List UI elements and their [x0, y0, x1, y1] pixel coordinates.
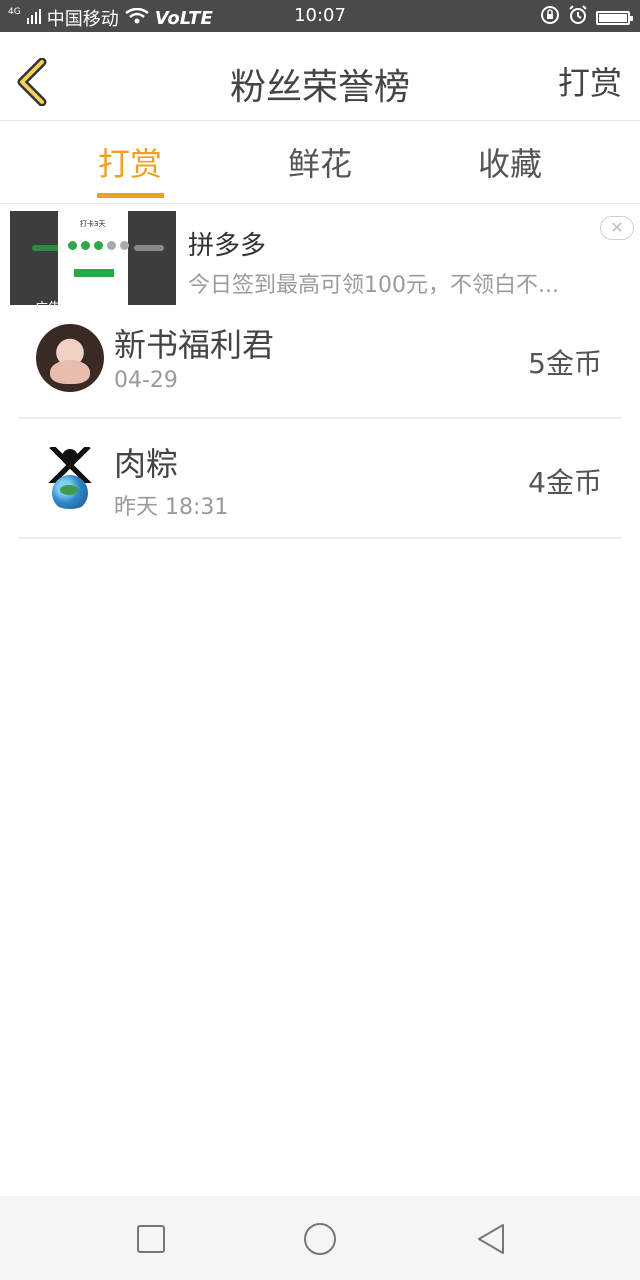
battery-icon: [596, 10, 633, 25]
thumb-title: 打卡3天: [80, 220, 106, 228]
triangle-back-icon: [478, 1224, 504, 1254]
check-icon: [107, 241, 116, 250]
circle-icon: [304, 1223, 336, 1255]
fan-name: 肉粽: [114, 445, 179, 483]
ad-label: ☁广告: [22, 297, 61, 305]
avatar: [36, 441, 104, 509]
home-button[interactable]: [303, 1222, 337, 1256]
active-tab-indicator: [97, 193, 164, 198]
thumb-checkin-dots: [68, 241, 129, 250]
list-item[interactable]: 肉粽 昨天 18:31 4金币: [18, 419, 622, 539]
tab-flowers[interactable]: 鲜花: [288, 139, 352, 185]
back-button[interactable]: [14, 57, 54, 107]
coin-amount: 5金币: [528, 347, 602, 380]
tab-reward[interactable]: 打赏: [98, 139, 162, 185]
fan-list: 新书福利君 04-29 5金币 肉粽 昨天 18:31 4金币: [18, 306, 622, 539]
alarm-icon: [568, 5, 588, 30]
tab-favorites[interactable]: 收藏: [478, 139, 542, 185]
chevron-left-icon: [17, 57, 47, 107]
status-bar: 4G 中国移动 VoLTE 10:07: [0, 0, 640, 32]
cloud-icon: ☁: [22, 301, 35, 305]
network-type: 4G: [8, 6, 21, 17]
status-right: [540, 5, 633, 30]
reward-action-button[interactable]: 打赏: [558, 58, 622, 104]
thumb-button: [74, 269, 114, 277]
check-icon: [68, 241, 77, 250]
recent-apps-button[interactable]: [134, 1222, 168, 1256]
square-icon: [137, 1225, 165, 1253]
status-left: 4G 中国移动 VoLTE: [8, 5, 213, 31]
fan-time: 04-29: [114, 368, 178, 393]
wifi-icon: [124, 7, 149, 29]
thumb-bar-right: [134, 245, 164, 251]
carrier-name: 中国移动: [46, 9, 119, 30]
check-icon: [81, 241, 90, 250]
ad-name: 拼多多: [188, 231, 267, 261]
ad-description: 今日签到最高可领100元，不领白不...: [188, 273, 559, 298]
check-icon: [120, 241, 129, 250]
rotation-lock-icon: [540, 5, 560, 30]
fan-name: 新书福利君: [114, 326, 275, 364]
tab-bar: 打赏 鲜花 收藏: [0, 121, 640, 204]
coin-amount: 4金币: [528, 466, 602, 499]
check-icon: [94, 241, 103, 250]
close-icon: ✕: [610, 218, 624, 237]
back-nav-button[interactable]: [474, 1222, 508, 1256]
fan-time: 昨天 18:31: [114, 495, 229, 520]
avatar: [36, 324, 104, 392]
ad-close-button[interactable]: ✕: [600, 216, 634, 240]
ad-thumbnail: 打卡3天 ☁广告: [10, 211, 176, 305]
ad-banner[interactable]: 打卡3天 ☁广告 拼多多 今日签到最高可领100元，不领白不... ✕: [0, 203, 640, 306]
page-title: 粉丝荣誉榜: [229, 67, 410, 108]
list-item[interactable]: 新书福利君 04-29 5金币: [18, 306, 622, 419]
signal-icon: [26, 8, 41, 29]
volte-indicator: VoLTE: [154, 7, 213, 29]
system-nav-bar: [0, 1196, 640, 1280]
app-header: 粉丝荣誉榜 打赏: [0, 32, 640, 121]
